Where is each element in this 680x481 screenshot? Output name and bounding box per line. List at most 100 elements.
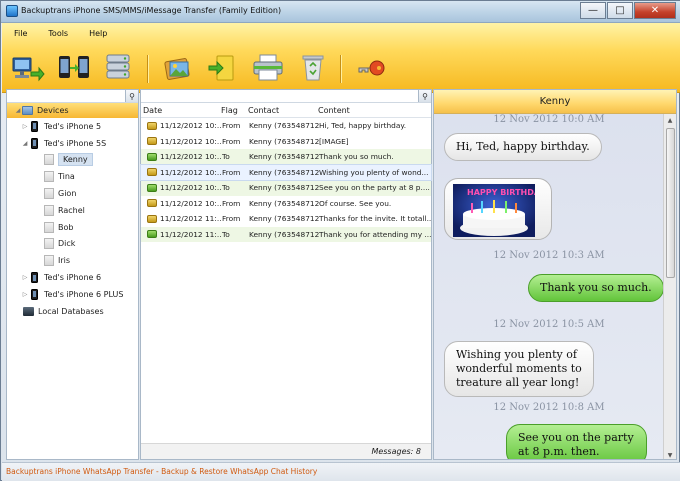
tree-item-label: Gion [58,189,77,199]
cell-flag: From [222,167,241,177]
message-search-field[interactable]: ⚲ [141,90,431,103]
database-button[interactable] [98,49,138,87]
cell-flag: To [222,229,230,239]
collapse-arrow-icon[interactable]: ◢ [21,140,29,147]
window-controls: — □ ✕ [580,2,676,20]
register-button[interactable] [352,49,392,87]
maximize-button[interactable]: □ [607,2,633,19]
device-tree-panel: ⚲ ◢ Devices ▷ Ted's iPhone 5 ◢ Ted's iPhone… [6,89,139,460]
scroll-down-arrow-icon[interactable]: ▼ [664,449,676,459]
expand-arrow-icon[interactable]: ▷ [21,274,29,281]
message-row[interactable]: 11/12/2012 10:... To Kenny (763548712) Than… [141,149,431,165]
message-row[interactable]: 11/12/2012 11:... To Kenny (763548712) Than… [141,226,431,242]
message-count: Messages: 8 [371,447,421,456]
tree-item[interactable]: Gion [7,185,138,202]
contact-icon [43,255,54,267]
collapse-arrow-icon[interactable]: ◢ [14,107,22,114]
cell-date: 11/12/2012 10:... [160,183,222,193]
message-row[interactable]: 11/12/2012 10:... From Kenny (763548712) Of… [141,196,431,212]
tree-items: ▷ Ted's iPhone 5 ◢ Ted's iPhone 5S Kenny Tina… [7,118,138,320]
tree-item[interactable]: Local Databases [7,303,138,320]
tree-item[interactable]: Iris [7,252,138,269]
scrollbar-thumb[interactable] [666,128,675,278]
search-icon: ⚲ [422,91,428,101]
tree-item-label: Ted's iPhone 5 [44,121,102,131]
cell-date: 11/12/2012 10:... [160,136,222,146]
expand-arrow-icon[interactable]: ▷ [21,123,29,130]
tree-item[interactable]: Bob [7,219,138,236]
tree-search-button[interactable]: ⚲ [125,90,138,102]
cell-flag: From [222,214,241,224]
scroll-up-arrow-icon[interactable]: ▲ [664,114,676,126]
message-row[interactable]: 11/12/2012 10:... From Kenny (763548712) [I… [141,134,431,150]
tree-item[interactable]: Tina [7,168,138,185]
menu-help[interactable]: Help [89,29,107,38]
tree-item-label: Dick [58,239,76,249]
tree-item[interactable]: ◢ Ted's iPhone 5S [7,135,138,152]
minimize-button[interactable]: — [580,2,606,19]
cell-content: See you on the party at 8 p.... [319,183,430,193]
chat-timestamp: 12 Nov 2012 10:3 AM [493,250,605,261]
phone-to-phone-button[interactable] [54,49,94,87]
promo-link[interactable]: Backuptrans iPhone WhatsApp Transfer - B… [6,467,317,476]
expand-arrow-icon[interactable]: ▷ [21,291,29,298]
cell-content: Of course. See you. [319,198,392,208]
tree-item-label: Local Databases [38,306,104,316]
tree-header-label: Devices [37,106,69,115]
export-button[interactable] [159,49,199,87]
column-content[interactable]: Content [318,106,430,115]
chat-timestamp: 12 Nov 2012 10:8 AM [493,402,605,413]
chat-panel: Kenny 12 Nov 2012 10:0 AM Hi, Ted, happy… [433,89,677,460]
tree-search-field[interactable]: ⚲ [7,90,138,103]
cell-contact: Kenny (763548712) [249,198,319,208]
message-row[interactable]: 11/12/2012 10:... From Kenny (763548712) Wi… [140,163,432,181]
tree-item-label: Tina [58,172,75,182]
outgoing-message-icon [147,230,157,239]
message-search-button[interactable]: ⚲ [418,90,431,102]
cell-date: 11/12/2012 11:... [160,229,222,239]
list-header: Date Flag Contact Content [141,103,431,118]
column-contact[interactable]: Contact [248,106,318,115]
tree-item[interactable]: ▷ Ted's iPhone 6 [7,269,138,286]
tree-item[interactable]: ▷ Ted's iPhone 6 PLUS [7,286,138,303]
birthday-cake-image: HAPPY BIRTHDAY [453,184,545,237]
contact-icon [43,204,54,216]
cell-content: Thank you so much. [319,152,394,162]
tree-item-label: Kenny [58,153,93,167]
cell-flag: To [222,152,230,162]
cell-contact: Kenny (763548712) [249,136,319,146]
chat-title: Kenny [434,90,676,114]
import-button[interactable] [202,49,242,87]
column-flag[interactable]: Flag [221,106,248,115]
message-rows: 11/12/2012 10:... From Kenny (763548712) Hi… [140,118,432,242]
chat-image-message[interactable]: HAPPY BIRTHDAY [444,178,552,240]
cell-date: 11/12/2012 10:... [160,121,222,131]
message-row[interactable]: 11/12/2012 10:... To Kenny (763548712) See … [141,180,431,196]
cell-content: Hi, Ted, happy birthday. [319,121,407,131]
database-icon [23,306,34,317]
key-icon [358,60,385,76]
tree-header-devices[interactable]: ◢ Devices [7,103,138,118]
tree-item[interactable]: Dick [7,236,138,253]
column-date[interactable]: Date [141,106,221,115]
message-row[interactable]: 11/12/2012 10:... From Kenny (763548712) Hi… [141,118,431,134]
message-row[interactable]: 11/12/2012 11:... From Kenny (763548712) Th… [141,211,431,227]
cell-contact: Kenny (763548712) [249,214,319,224]
print-button[interactable] [248,49,288,87]
close-button[interactable]: ✕ [634,2,676,19]
tree-item-label: Ted's iPhone 6 [44,273,102,283]
delete-button[interactable] [293,49,333,87]
tree-item[interactable]: Kenny [7,152,138,169]
chat-bubble-outgoing: Thank you so much. [528,274,664,302]
toolbar-separator [340,55,341,83]
menu-file[interactable]: File [14,29,27,38]
transfer-to-computer-button[interactable] [8,49,48,87]
menu-tools[interactable]: Tools [48,29,68,38]
incoming-message-icon [147,214,157,223]
cell-flag: From [222,121,241,131]
cell-flag: From [222,198,241,208]
incoming-message-icon [147,168,157,177]
tree-item[interactable]: ▷ Ted's iPhone 5 [7,118,138,135]
tree-item[interactable]: Rachel [7,202,138,219]
chat-scrollbar[interactable]: ▲ ▼ [663,114,676,459]
